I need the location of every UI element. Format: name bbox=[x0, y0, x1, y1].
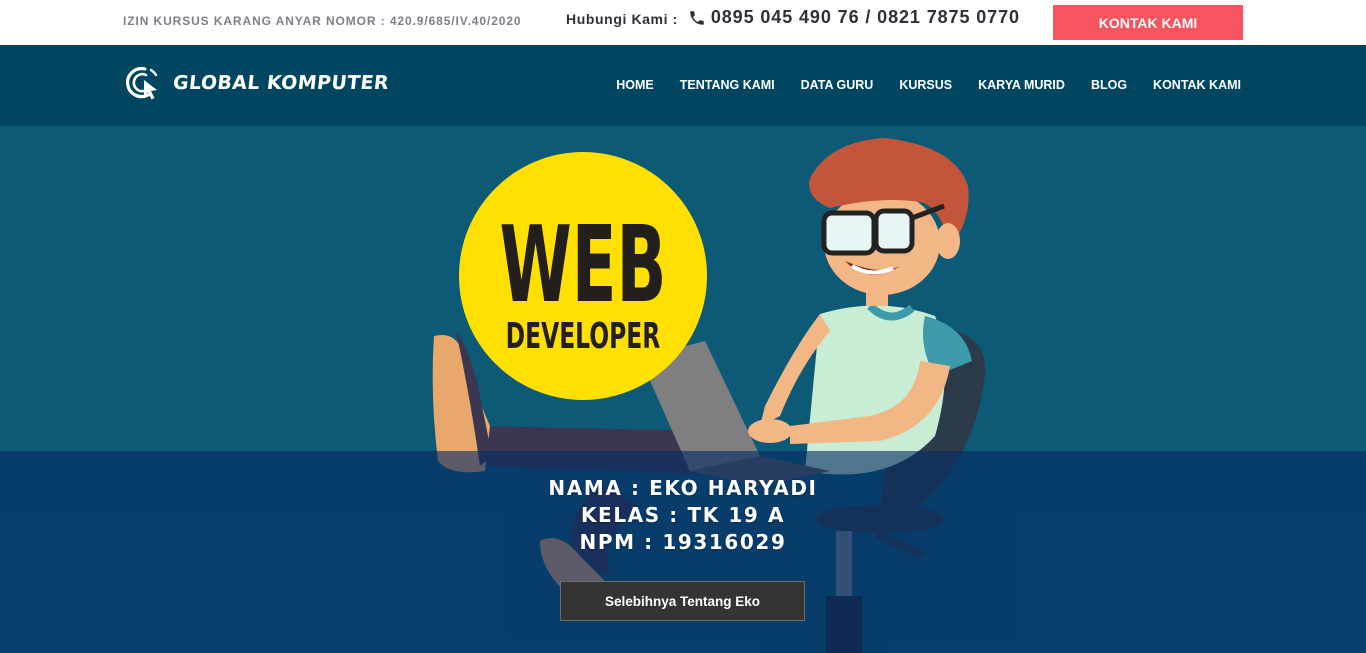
nav-item-tentang-kami[interactable]: TENTANG KAMI bbox=[680, 78, 775, 92]
nav-item-blog[interactable]: BLOG bbox=[1091, 78, 1127, 92]
logo-text: GLOBAL KOMPUTER bbox=[171, 72, 391, 94]
nav-item-kursus[interactable]: KURSUS bbox=[899, 78, 952, 92]
student-class: KELAS : TK 19 A bbox=[580, 503, 786, 527]
nav-item-karya-murid[interactable]: KARYA MURID bbox=[978, 78, 1065, 92]
logo-cursor-icon bbox=[126, 66, 158, 100]
student-info: NAMA : EKO HARYADI KELAS : TK 19 A NPM :… bbox=[0, 475, 1366, 556]
more-about-eko-button[interactable]: Selebihnya Tentang Eko bbox=[560, 581, 805, 621]
web-developer-badge: WEB DEVELOPER bbox=[459, 152, 707, 400]
student-name: NAMA : EKO HARYADI bbox=[548, 476, 818, 500]
contact-label: Hubungi Kami : bbox=[566, 11, 678, 27]
badge-line2: DEVELOPER bbox=[506, 316, 661, 358]
phone-numbers[interactable]: 0895 045 490 76 / 0821 7875 0770 bbox=[711, 7, 1020, 28]
main-navbar: GLOBAL KOMPUTER HOME TENTANG KAMI DATA G… bbox=[0, 45, 1366, 126]
character-head bbox=[809, 138, 969, 306]
site-logo[interactable]: GLOBAL KOMPUTER bbox=[124, 64, 391, 102]
nav-item-kontak-kami[interactable]: KONTAK KAMI bbox=[1153, 78, 1241, 92]
contact-info: Hubungi Kami : 0895 045 490 76 / 0821 78… bbox=[566, 7, 1020, 28]
top-bar: IZIN KURSUS KARANG ANYAR NOMOR : 420.9/6… bbox=[0, 0, 1366, 45]
nav-item-home[interactable]: HOME bbox=[616, 78, 654, 92]
badge-line1: WEB bbox=[500, 204, 667, 326]
hero-section: WEB DEVELOPER NAMA : EKO HARYADI KELAS :… bbox=[0, 126, 1366, 653]
phone-icon bbox=[690, 10, 704, 25]
license-text: IZIN KURSUS KARANG ANYAR NOMOR : 420.9/6… bbox=[123, 14, 522, 28]
nav-menu: HOME TENTANG KAMI DATA GURU KURSUS KARYA… bbox=[590, 78, 1241, 92]
nav-item-data-guru[interactable]: DATA GURU bbox=[801, 78, 874, 92]
student-npm: NPM : 19316029 bbox=[579, 530, 787, 554]
contact-us-button[interactable]: KONTAK KAMI bbox=[1053, 5, 1243, 40]
